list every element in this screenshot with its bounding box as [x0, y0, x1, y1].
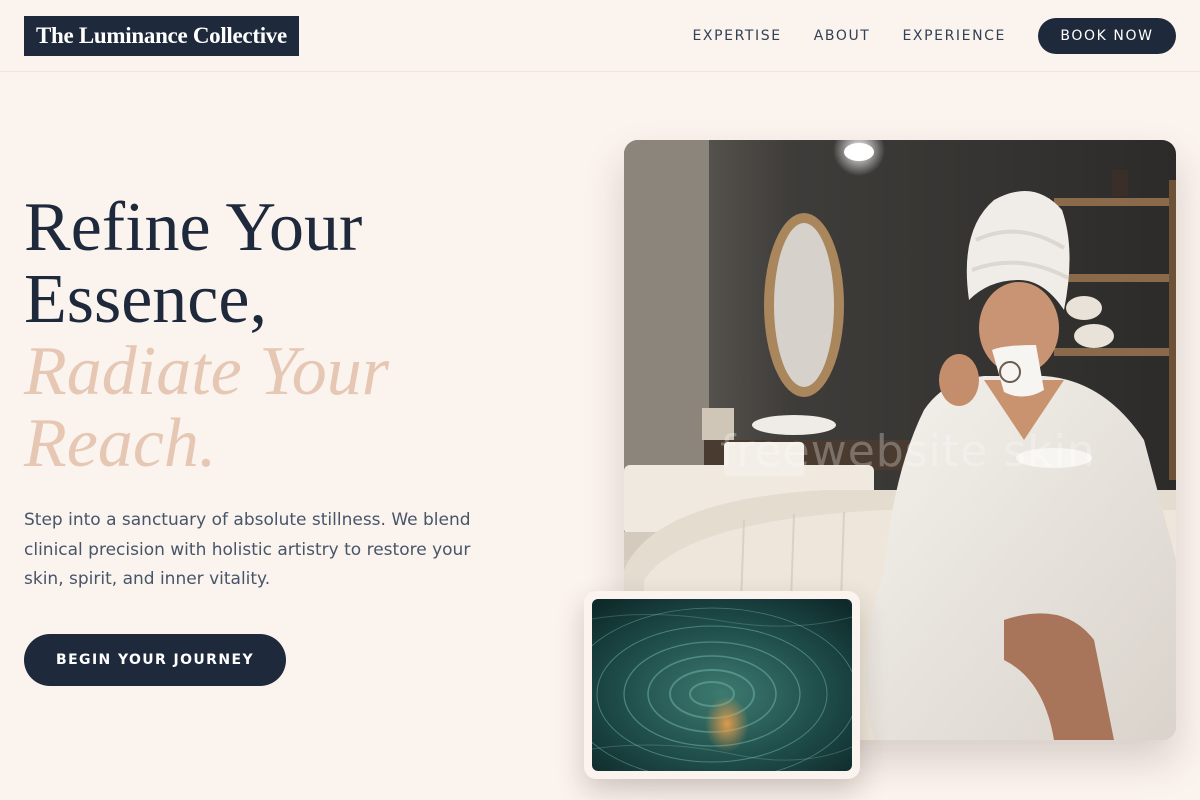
site-header: The Luminance Collective EXPERTISE ABOUT…: [0, 0, 1200, 72]
begin-journey-button[interactable]: BEGIN YOUR JOURNEY: [24, 634, 286, 686]
headline-line-1: Refine Your: [24, 189, 363, 266]
main-nav: EXPERTISE ABOUT EXPERIENCE BOOK NOW: [692, 18, 1176, 54]
headline-line-2: Essence,: [24, 261, 267, 338]
water-ripple-card: [584, 591, 860, 779]
hero-headline: Refine Your Essence, Radiate Your Reach.: [24, 192, 564, 480]
nav-link-about[interactable]: ABOUT: [814, 28, 871, 44]
image-watermark: freewebsite skin: [720, 426, 1096, 477]
water-ripple-illustration: [592, 599, 852, 771]
water-ripple-image: [592, 599, 852, 771]
brand-logo[interactable]: The Luminance Collective: [24, 16, 299, 56]
headline-accent-line-1: Radiate Your: [24, 333, 389, 410]
book-now-button[interactable]: BOOK NOW: [1038, 18, 1176, 54]
hero-intro-text: Step into a sanctuary of absolute stilln…: [24, 510, 471, 589]
headline-accent-line-2: Reach.: [24, 405, 217, 482]
nav-link-experience[interactable]: EXPERIENCE: [902, 28, 1006, 44]
nav-link-expertise[interactable]: EXPERTISE: [692, 28, 781, 44]
